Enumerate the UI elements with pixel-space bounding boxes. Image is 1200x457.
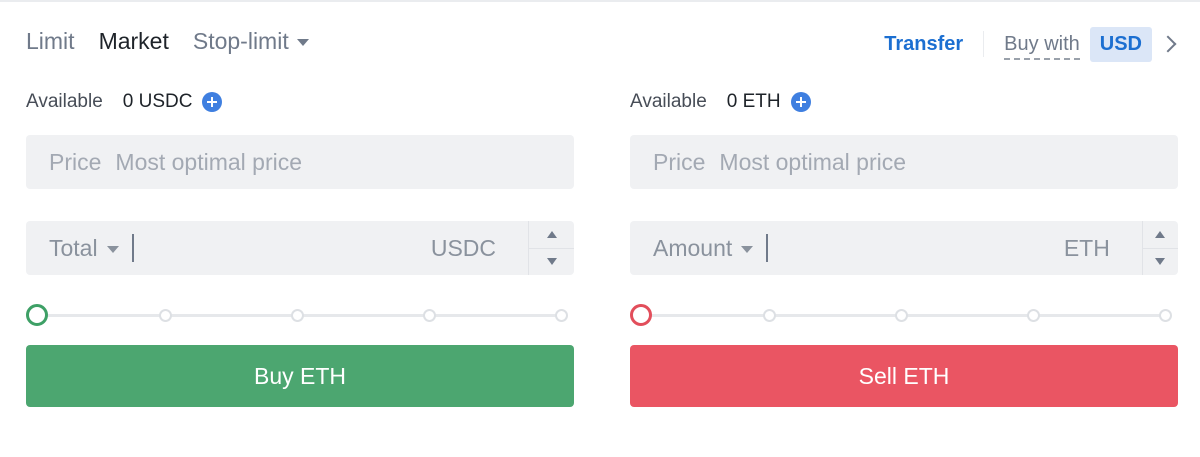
available-label: Available — [630, 91, 707, 112]
slider-step-75[interactable] — [423, 309, 436, 322]
buy-percent-slider[interactable] — [26, 304, 574, 328]
sell-button[interactable]: Sell ETH — [630, 345, 1178, 407]
quantity-stepper — [1141, 221, 1178, 276]
total-mode-dropdown[interactable]: Total — [49, 235, 119, 262]
sell-percent-slider[interactable] — [630, 304, 1178, 328]
price-placeholder: Most optimal price — [719, 148, 907, 175]
slider-handle[interactable] — [26, 304, 48, 326]
tab-stop-limit[interactable]: Stop-limit — [193, 28, 309, 55]
triangle-down-icon — [1155, 258, 1166, 266]
order-type-tabs: Limit Market Stop-limit — [26, 26, 333, 56]
triangle-down-icon — [546, 258, 557, 266]
slider-step-50[interactable] — [291, 309, 304, 322]
slider-step-75[interactable] — [1027, 309, 1040, 322]
buy-total-input[interactable] — [133, 221, 431, 275]
buy-panel: Available 0 USDC Price Most optimal pric… — [26, 88, 574, 407]
tab-stop-limit-label: Stop-limit — [192, 27, 289, 54]
buy-with-label: Buy with — [1004, 33, 1080, 60]
slider-step-100[interactable] — [1159, 309, 1172, 322]
slider-step-25[interactable] — [159, 309, 172, 322]
top-divider — [0, 0, 1200, 2]
slider-step-100[interactable] — [555, 309, 568, 322]
decrement-button[interactable] — [1143, 249, 1178, 276]
available-label: Available — [26, 91, 103, 112]
slider-step-25[interactable] — [763, 309, 776, 322]
price-label: Price — [653, 148, 706, 175]
amount-mode-dropdown[interactable]: Amount — [653, 234, 754, 262]
sell-price-field[interactable]: Price Most optimal price — [630, 135, 1178, 189]
decrement-button[interactable] — [529, 249, 574, 276]
transfer-link[interactable]: Transfer — [884, 33, 963, 56]
sell-panel: Available 0 ETH Price Most optimal price… — [630, 88, 1178, 407]
sell-amount-field: Amount ETH — [630, 221, 1178, 275]
currency-selector[interactable]: USD — [1089, 26, 1152, 62]
triangle-up-icon — [546, 230, 557, 238]
unit-label: ETH — [1063, 234, 1110, 261]
increment-button[interactable] — [1142, 221, 1178, 249]
available-balance: 0 ETH — [726, 91, 781, 112]
buy-price-field[interactable]: Price Most optimal price — [26, 135, 574, 189]
price-label: Price — [49, 148, 102, 175]
buy-button[interactable]: Buy ETH — [26, 345, 574, 407]
price-placeholder: Most optimal price — [115, 148, 303, 175]
caret-down-icon — [741, 245, 754, 253]
buy-available: Available 0 USDC — [26, 88, 574, 116]
amount-mode-label: Amount — [653, 234, 733, 261]
quantity-stepper — [528, 221, 574, 275]
available-balance: 0 USDC — [122, 91, 193, 112]
slider-handle[interactable] — [630, 304, 652, 326]
sell-available: Available 0 ETH — [630, 88, 1178, 116]
chevron-right-icon[interactable] — [1159, 35, 1177, 53]
caret-down-icon — [106, 245, 119, 253]
divider — [983, 31, 985, 57]
plus-circle-icon[interactable] — [202, 92, 223, 112]
caret-down-icon — [296, 38, 309, 46]
total-mode-label: Total — [49, 234, 98, 261]
tab-market[interactable]: Market — [99, 28, 169, 55]
plus-circle-icon[interactable] — [790, 92, 811, 112]
triangle-up-icon — [1155, 230, 1166, 238]
slider-step-50[interactable] — [895, 309, 908, 322]
sell-amount-input[interactable] — [767, 221, 1064, 275]
unit-label: USDC — [430, 234, 496, 261]
header-actions: Transfer Buy with USD — [884, 26, 1177, 62]
increment-button[interactable] — [529, 221, 574, 249]
tab-limit[interactable]: Limit — [26, 28, 75, 55]
buy-total-field: Total USDC — [26, 221, 574, 275]
